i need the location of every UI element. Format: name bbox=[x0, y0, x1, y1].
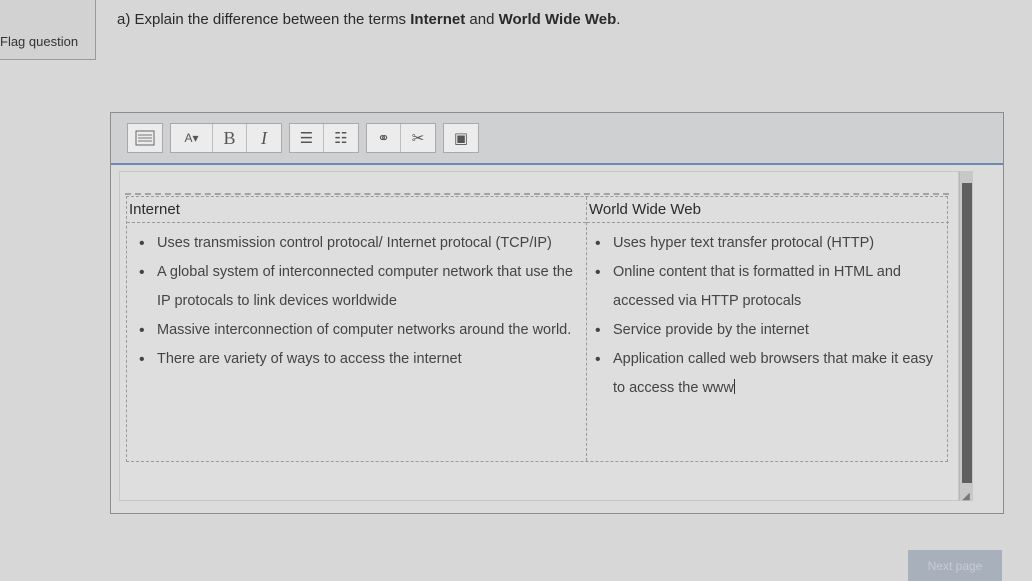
unordered-list-icon[interactable]: ☰ bbox=[290, 124, 324, 152]
toolbar-group-toggle bbox=[127, 123, 163, 153]
flag-question-link[interactable]: Flag question bbox=[0, 34, 78, 49]
question-info-panel: Flag question bbox=[0, 0, 96, 60]
www-column: World Wide Web Uses hyper text transfer … bbox=[587, 197, 949, 461]
toolbar-toggle-icon[interactable] bbox=[128, 124, 162, 152]
internet-column: Internet Uses transmission control proto… bbox=[127, 197, 587, 461]
www-item: Online content that is formatted in HTML… bbox=[595, 258, 949, 316]
internet-item: There are variety of ways to access the … bbox=[139, 345, 586, 374]
image-icon[interactable]: ▣ bbox=[444, 124, 478, 152]
www-item: Uses hyper text transfer protocal (HTTP) bbox=[595, 229, 949, 258]
toolbar-group-lists: ☰ ☷ bbox=[289, 123, 359, 153]
internet-item: A global system of interconnected comput… bbox=[139, 258, 586, 316]
editor-toolbar: A▾ B I ☰ ☷ ⚭ ✂ ▣ bbox=[111, 113, 1003, 165]
toolbar-group-format: A▾ B I bbox=[170, 123, 282, 153]
bold-icon[interactable]: B bbox=[213, 124, 247, 152]
internet-item: Uses transmission control protocal/ Inte… bbox=[139, 229, 586, 258]
link-icon[interactable]: ⚭ bbox=[367, 124, 401, 152]
www-header: World Wide Web bbox=[587, 197, 949, 223]
ordered-list-icon[interactable]: ☷ bbox=[324, 124, 358, 152]
question-term-internet: Internet bbox=[410, 11, 466, 28]
internet-list: Uses transmission control protocal/ Inte… bbox=[127, 223, 586, 374]
question-term-www: World Wide Web bbox=[498, 11, 617, 28]
question-middle: and bbox=[465, 11, 499, 28]
www-item: Service provide by the internet bbox=[595, 316, 949, 345]
font-size-icon[interactable]: A▾ bbox=[171, 124, 213, 152]
internet-header: Internet bbox=[127, 197, 586, 223]
editor-scrollbar[interactable] bbox=[959, 171, 973, 501]
www-item: Application called web browsers that mak… bbox=[595, 345, 949, 403]
editor-content-area[interactable]: Internet Uses transmission control proto… bbox=[119, 171, 959, 501]
unlink-icon[interactable]: ✂ bbox=[401, 124, 435, 152]
toolbar-group-media: ▣ bbox=[443, 123, 479, 153]
rich-text-editor[interactable]: A▾ B I ☰ ☷ ⚭ ✂ ▣ Internet Uses transmiss… bbox=[110, 112, 1004, 514]
italic-icon[interactable]: I bbox=[247, 124, 281, 152]
internet-item: Massive interconnection of computer netw… bbox=[139, 316, 586, 345]
scrollbar-thumb[interactable] bbox=[962, 183, 972, 483]
question-prefix: a) Explain the difference between the te… bbox=[117, 11, 411, 28]
text-cursor bbox=[733, 379, 735, 394]
next-page-button[interactable]: Next page bbox=[908, 550, 1002, 581]
question-text: a) Explain the difference between the te… bbox=[117, 11, 620, 28]
resize-handle-icon[interactable]: ◢ bbox=[959, 491, 973, 505]
toolbar-group-links: ⚭ ✂ bbox=[366, 123, 436, 153]
question-suffix: . bbox=[616, 11, 621, 28]
comparison-table: Internet Uses transmission control proto… bbox=[125, 193, 949, 462]
www-item-text: Application called web browsers that mak… bbox=[613, 351, 933, 396]
www-list: Uses hyper text transfer protocal (HTTP)… bbox=[587, 223, 949, 403]
